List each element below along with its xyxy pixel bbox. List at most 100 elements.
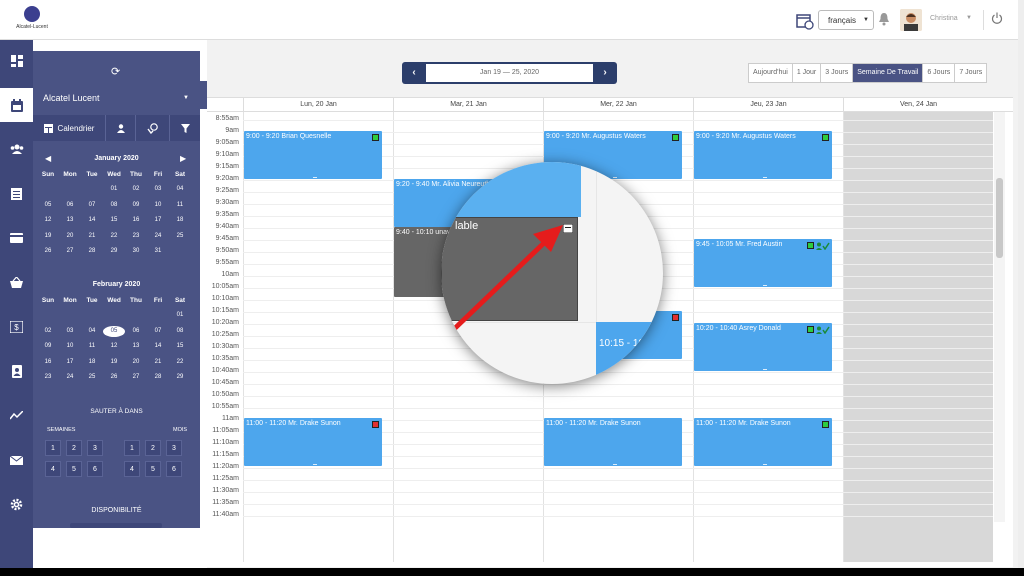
- nav-contacts[interactable]: [0, 132, 33, 166]
- calendar-day[interactable]: 31: [147, 248, 169, 254]
- calendar-day[interactable]: 08: [103, 202, 125, 208]
- calendar-day[interactable]: 04: [81, 328, 103, 334]
- calendar-day[interactable]: 07: [81, 202, 103, 208]
- jump-week-4-button[interactable]: 4: [45, 461, 61, 477]
- calendar-day[interactable]: 02: [125, 186, 147, 192]
- time-slot[interactable]: [243, 504, 993, 505]
- time-slot[interactable]: [243, 468, 993, 469]
- jump-month-3-button[interactable]: 3: [166, 440, 182, 456]
- nav-payments[interactable]: $: [0, 310, 33, 344]
- event-resize-handle[interactable]: [763, 285, 767, 286]
- event[interactable]: 9:00 - 9:20 Mr. Augustus Waters: [694, 131, 832, 179]
- power-icon[interactable]: [991, 12, 1003, 24]
- calendar-day[interactable]: 14: [147, 343, 169, 349]
- calendar-day[interactable]: 22: [169, 359, 191, 365]
- jump-week-3-button[interactable]: 3: [87, 440, 103, 456]
- calendar-day[interactable]: 12: [37, 217, 59, 223]
- calendar-tab[interactable]: Calendrier: [33, 115, 106, 141]
- event[interactable]: 11:00 - 11:20 Mr. Drake Sunon: [544, 418, 682, 466]
- event-resize-handle[interactable]: [763, 177, 767, 178]
- day-header-fri[interactable]: Ven, 24 Jan: [843, 98, 993, 112]
- time-slot[interactable]: [243, 384, 993, 385]
- calendar-day[interactable]: 18: [169, 217, 191, 223]
- jump-month-5-button[interactable]: 5: [145, 461, 161, 477]
- calendar-day[interactable]: 17: [59, 359, 81, 365]
- view-6-days[interactable]: 6 Jours: [923, 64, 956, 82]
- calendar-day[interactable]: 28: [81, 248, 103, 254]
- calendar-day[interactable]: 30: [125, 248, 147, 254]
- nav-shop[interactable]: [0, 265, 33, 299]
- time-slot[interactable]: [243, 516, 993, 517]
- day-header-mon[interactable]: Lun, 20 Jan: [243, 98, 393, 112]
- calendar-day[interactable]: 29: [169, 374, 191, 380]
- calendar-day[interactable]: 04: [169, 186, 191, 192]
- calendar-day[interactable]: 26: [103, 374, 125, 380]
- event-resize-handle[interactable]: [313, 464, 317, 465]
- event[interactable]: 11:00 - 11:20 Mr. Drake Sunon: [694, 418, 832, 466]
- jump-week-6-button[interactable]: 6: [87, 461, 103, 477]
- calendar-day[interactable]: 21: [81, 233, 103, 239]
- availability-button[interactable]: [136, 115, 170, 141]
- calendar-day[interactable]: 11: [169, 202, 191, 208]
- calendar-day[interactable]: 28: [147, 374, 169, 380]
- calendar-day[interactable]: 05: [103, 325, 125, 337]
- calendar-day[interactable]: 03: [59, 328, 81, 334]
- jump-week-1-button[interactable]: 1: [45, 440, 61, 456]
- calendar-day[interactable]: 06: [125, 328, 147, 334]
- page-scrollbar[interactable]: [1018, 0, 1024, 568]
- next-month-icon[interactable]: ▶: [180, 154, 186, 163]
- calendar-day[interactable]: 13: [125, 343, 147, 349]
- user-menu-chevron-icon[interactable]: ▼: [966, 15, 972, 21]
- day-header-tue[interactable]: Mar, 21 Jan: [393, 98, 543, 112]
- event[interactable]: 9:45 - 10:05 Mr. Fred Austin: [694, 239, 832, 287]
- nav-documents[interactable]: [0, 177, 33, 211]
- event-resize-handle[interactable]: [763, 369, 767, 370]
- calendar-day[interactable]: 16: [125, 217, 147, 223]
- nav-directory[interactable]: [0, 354, 33, 388]
- calendar-day[interactable]: 02: [37, 328, 59, 334]
- calendar-day[interactable]: 20: [59, 233, 81, 239]
- calendar-day[interactable]: 19: [103, 359, 125, 365]
- filter-button[interactable]: [170, 115, 200, 141]
- jump-month-2-button[interactable]: 2: [145, 440, 161, 456]
- calendar-day[interactable]: 03: [147, 186, 169, 192]
- jump-week-2-button[interactable]: 2: [66, 440, 82, 456]
- calendar-day[interactable]: 05: [37, 202, 59, 208]
- calendar-day[interactable]: 17: [147, 217, 169, 223]
- calendar-day[interactable]: 26: [37, 248, 59, 254]
- scrollbar-thumb[interactable]: [996, 178, 1003, 258]
- calendar-day[interactable]: 07: [147, 328, 169, 334]
- date-range[interactable]: Jan 19 — 25, 2020: [426, 64, 593, 82]
- calendar-day[interactable]: 15: [103, 217, 125, 223]
- availability-button[interactable]: [70, 523, 162, 528]
- view-work-week[interactable]: Semaine De Travail: [853, 64, 924, 82]
- event[interactable]: 11:00 - 11:20 Mr. Drake Sunon: [244, 418, 382, 466]
- calendar-day[interactable]: 10: [147, 202, 169, 208]
- calendar-day[interactable]: 12: [103, 343, 125, 349]
- day-header-wed[interactable]: Mer, 22 Jan: [543, 98, 693, 112]
- nav-dashboard[interactable]: [0, 44, 33, 78]
- nav-calendar[interactable]: [0, 88, 33, 122]
- event[interactable]: 10:20 - 10:40 Asrey Donald: [694, 323, 832, 371]
- calendar-day[interactable]: 24: [147, 233, 169, 239]
- calendar-day[interactable]: 29: [103, 248, 125, 254]
- calendar-day[interactable]: 27: [59, 248, 81, 254]
- nav-billing[interactable]: [0, 221, 33, 255]
- language-select[interactable]: français ▼: [818, 10, 874, 30]
- event[interactable]: 9:00 - 9:20 Brian Quesnelle: [244, 131, 382, 179]
- calendar-day[interactable]: 08: [169, 328, 191, 334]
- view-1-day[interactable]: 1 Jour: [793, 64, 822, 82]
- view-today[interactable]: Aujourd'hui: [749, 64, 793, 82]
- user-filter-button[interactable]: [106, 115, 136, 141]
- time-slot[interactable]: [243, 492, 993, 493]
- calendar-day[interactable]: 15: [169, 343, 191, 349]
- prev-week-button[interactable]: ‹: [402, 62, 426, 84]
- jump-month-1-button[interactable]: 1: [124, 440, 140, 456]
- time-slot[interactable]: [243, 480, 993, 481]
- calendar-day[interactable]: 09: [125, 202, 147, 208]
- chevron-down-icon[interactable]: ▼: [183, 95, 189, 101]
- nav-messages[interactable]: [0, 443, 33, 477]
- calendar-settings-icon[interactable]: [796, 12, 814, 30]
- calendar-day[interactable]: 06: [59, 202, 81, 208]
- calendar-day[interactable]: 25: [81, 374, 103, 380]
